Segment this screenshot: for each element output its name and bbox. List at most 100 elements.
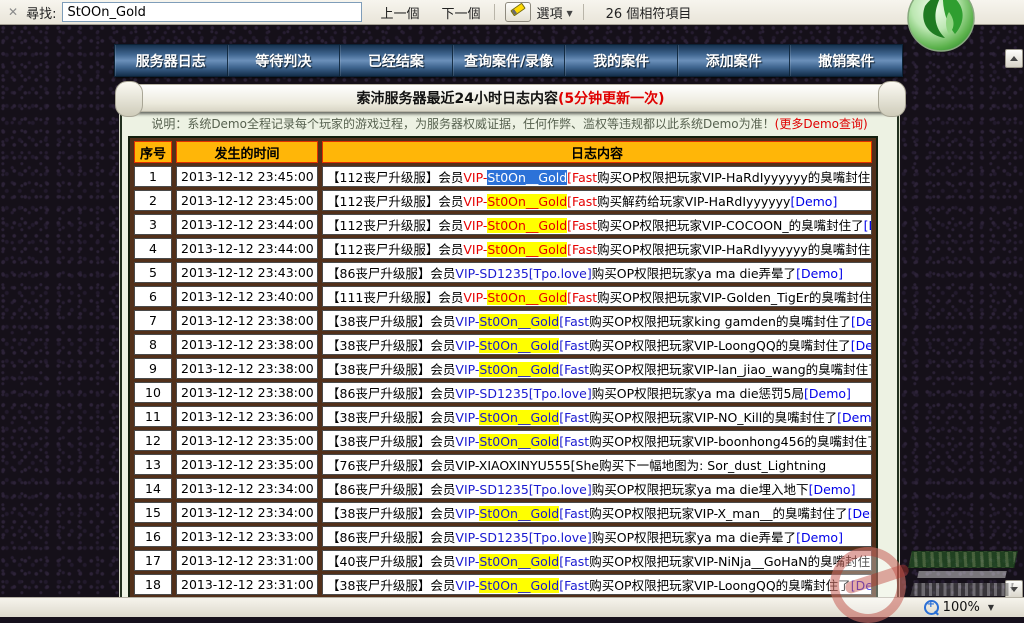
nav-tab-server-logs[interactable]: 服务器日志 — [115, 45, 228, 76]
log-text-segment: St0On__Gold — [479, 410, 559, 425]
row-log-content: 【40丧尸升级服】会员VIP-St0On__Gold[Fast购买OP权限把玩家… — [322, 550, 872, 571]
search-input[interactable] — [62, 2, 362, 22]
row-log-content: 【86丧尸升级服】会员VIP-SD1235[Tpo.love]购买OP权限把玩家… — [322, 526, 872, 547]
log-text-segment: 购买OP权限把玩家king gamden的臭嘴封住了 — [589, 314, 851, 329]
table-row: 152013-12-12 23:34:00【38丧尸升级服】会员VIP-St0O… — [134, 502, 872, 523]
log-text-segment: 购买OP权限把玩家VIP-NO_Kill的臭嘴封住了 — [589, 410, 837, 425]
row-index: 3 — [134, 214, 172, 235]
find-options-button[interactable]: 選項 — [536, 3, 562, 22]
table-row: 142013-12-12 23:34:00【86丧尸升级服】会员VIP-SD12… — [134, 478, 872, 499]
close-icon[interactable]: ✕ — [8, 5, 18, 19]
demo-link[interactable]: [Demo] — [851, 578, 872, 593]
log-text-segment: [Fast — [567, 170, 597, 185]
nav-tab-my-cases[interactable]: 我的案件 — [565, 45, 678, 76]
row-timestamp: 2013-12-12 23:38:00 — [176, 334, 318, 355]
demo-link[interactable]: [Demo] — [851, 314, 872, 329]
log-text-segment: VIP- — [455, 434, 479, 449]
more-demo-link[interactable]: (更多Demo查询) — [775, 117, 868, 131]
log-text-segment: VIP- — [455, 410, 479, 425]
row-log-content: 【38丧尸升级服】会员VIP-St0On__Gold[Fast购买OP权限把玩家… — [322, 406, 872, 427]
log-text-segment: [Fast — [567, 218, 597, 233]
row-log-content: 【38丧尸升级服】会员VIP-St0On__Gold[Fast购买OP权限把玩家… — [322, 574, 872, 595]
log-text-segment: VIP- — [463, 194, 487, 209]
zoom-control[interactable]: 100% ▼ — [924, 600, 994, 615]
row-timestamp: 2013-12-12 23:38:00 — [176, 358, 318, 379]
log-text-segment: [Fast — [567, 290, 597, 305]
row-log-content: 【86丧尸升级服】会员VIP-SD1235[Tpo.love]购买OP权限把玩家… — [322, 262, 872, 283]
log-text-segment: 【38丧尸升级服】会员 — [327, 506, 455, 521]
demo-link[interactable]: [Demo] — [790, 194, 837, 209]
highlight-all-button[interactable] — [505, 2, 531, 22]
col-header-content: 日志内容 — [322, 141, 872, 163]
row-timestamp: 2013-12-12 23:44:00 — [176, 214, 318, 235]
nav-tab-pending-judgement[interactable]: 等待判决 — [228, 45, 341, 76]
log-text-segment: 【38丧尸升级服】会员 — [327, 434, 455, 449]
log-text-segment: 【111丧尸升级服】会员 — [327, 290, 463, 305]
log-text-segment: 【38丧尸升级服】会员 — [327, 314, 455, 329]
log-table: 序号 发生的时间 日志内容 12013-12-12 23:45:00【112丧尸… — [130, 138, 876, 598]
log-text-segment: VIP- — [463, 170, 487, 185]
row-index: 9 — [134, 358, 172, 379]
row-index: 4 — [134, 238, 172, 259]
row-index: 13 — [134, 454, 172, 475]
table-row: 92013-12-12 23:38:00【38丧尸升级服】会员VIP-St0On… — [134, 358, 872, 379]
page-title-refresh-note: (5分钟更新一次) — [558, 91, 665, 107]
scrollbar-down-button[interactable] — [1005, 580, 1023, 598]
table-row: 32013-12-12 23:44:00【112丧尸升级服】会员VIP-St0O… — [134, 214, 872, 235]
row-index: 18 — [134, 574, 172, 595]
highlighter-icon — [511, 3, 526, 17]
demo-link[interactable]: [Demo] — [837, 410, 872, 425]
col-header-index: 序号 — [134, 141, 172, 163]
log-text-segment: 【86丧尸升级服】会员 — [327, 530, 455, 545]
log-text-segment: St0On__Gold — [479, 506, 559, 521]
nav-tab-add-case[interactable]: 添加案件 — [678, 45, 791, 76]
chevron-down-icon[interactable]: ▼ — [567, 9, 573, 18]
row-index: 8 — [134, 334, 172, 355]
log-text-segment: 【112丧尸升级服】会员 — [327, 242, 463, 257]
find-next-button[interactable]: 下一個 — [437, 2, 484, 23]
log-text-segment: [Fast — [559, 506, 589, 521]
row-index: 6 — [134, 286, 172, 307]
content-panel: 说明：系统Demo全程记录每个玩家的游戏过程，为服务器权威证据，任何作弊、滥权等… — [120, 110, 899, 598]
log-text-segment: 购买OP权限把玩家VIP-COCOON_的臭嘴封住了 — [597, 218, 863, 233]
log-text-segment: VIP- — [455, 314, 479, 329]
demo-link[interactable]: [Demo] — [851, 338, 872, 353]
demo-link[interactable]: [Demo] — [804, 386, 851, 401]
demo-link[interactable]: [Demo] — [864, 218, 872, 233]
log-text-segment: [Fast — [559, 434, 589, 449]
log-text-segment: VIP- — [455, 554, 479, 569]
chevron-down-icon[interactable]: ▼ — [988, 603, 994, 612]
row-index: 15 — [134, 502, 172, 523]
log-text-segment: [Fast — [559, 338, 589, 353]
nav-tab-revoke-case[interactable]: 撤销案件 — [790, 45, 902, 76]
row-timestamp: 2013-12-12 23:35:00 — [176, 430, 318, 451]
nav-tab-closed-cases[interactable]: 已经结案 — [340, 45, 453, 76]
log-text-segment: 【86丧尸升级服】会员 — [327, 266, 455, 281]
row-log-content: 【111丧尸升级服】会员VIP-St0On__Gold[Fast购买OP权限把玩… — [322, 286, 872, 307]
row-log-content: 【38丧尸升级服】会员VIP-St0On__Gold[Fast购买OP权限把玩家… — [322, 310, 872, 331]
row-timestamp: 2013-12-12 23:38:00 — [176, 310, 318, 331]
row-log-content: 【86丧尸升级服】会员VIP-SD1235[Tpo.love]购买OP权限把玩家… — [322, 382, 872, 403]
log-text-segment: VIP- — [455, 506, 479, 521]
row-log-content: 【38丧尸升级服】会员VIP-St0On__Gold[Fast购买OP权限把玩家… — [322, 430, 872, 451]
row-timestamp: 2013-12-12 23:31:00 — [176, 574, 318, 595]
log-text-segment: 购买OP权限把玩家VIP-Golden_TigEr的臭嘴封住了 — [597, 290, 872, 305]
log-text-segment: 购买解药给玩家VIP-HaRdIyyyyyy — [597, 194, 790, 209]
log-text-segment: St0On__Gold — [487, 194, 567, 209]
log-text-segment: St0On__Gold — [479, 314, 559, 329]
table-row: 12013-12-12 23:45:00【112丧尸升级服】会员VIP-St0O… — [134, 166, 872, 187]
demo-link[interactable]: [Demo] — [796, 530, 843, 545]
nav-tab-search-cases[interactable]: 查询案件/录像 — [453, 45, 566, 76]
log-text-segment: 购买OP权限把玩家VIP-NiNja__GoHaN的臭嘴封住了 — [589, 554, 872, 569]
find-previous-button[interactable]: 上一個 — [376, 2, 423, 23]
log-text-segment: [Fast — [559, 410, 589, 425]
scrollbar-up-button[interactable] — [1005, 49, 1023, 68]
demo-link[interactable]: [Demo] — [796, 266, 843, 281]
row-timestamp: 2013-12-12 23:45:00 — [176, 166, 318, 187]
row-log-content: 【112丧尸升级服】会员VIP-St0On__Gold[Fast购买解药给玩家V… — [322, 190, 872, 211]
demo-link[interactable]: [Demo] — [809, 482, 856, 497]
row-index: 7 — [134, 310, 172, 331]
demo-link[interactable]: [Demo] — [848, 506, 872, 521]
table-row: 122013-12-12 23:35:00【38丧尸升级服】会员VIP-St0O… — [134, 430, 872, 451]
zoom-level: 100% — [943, 600, 980, 615]
